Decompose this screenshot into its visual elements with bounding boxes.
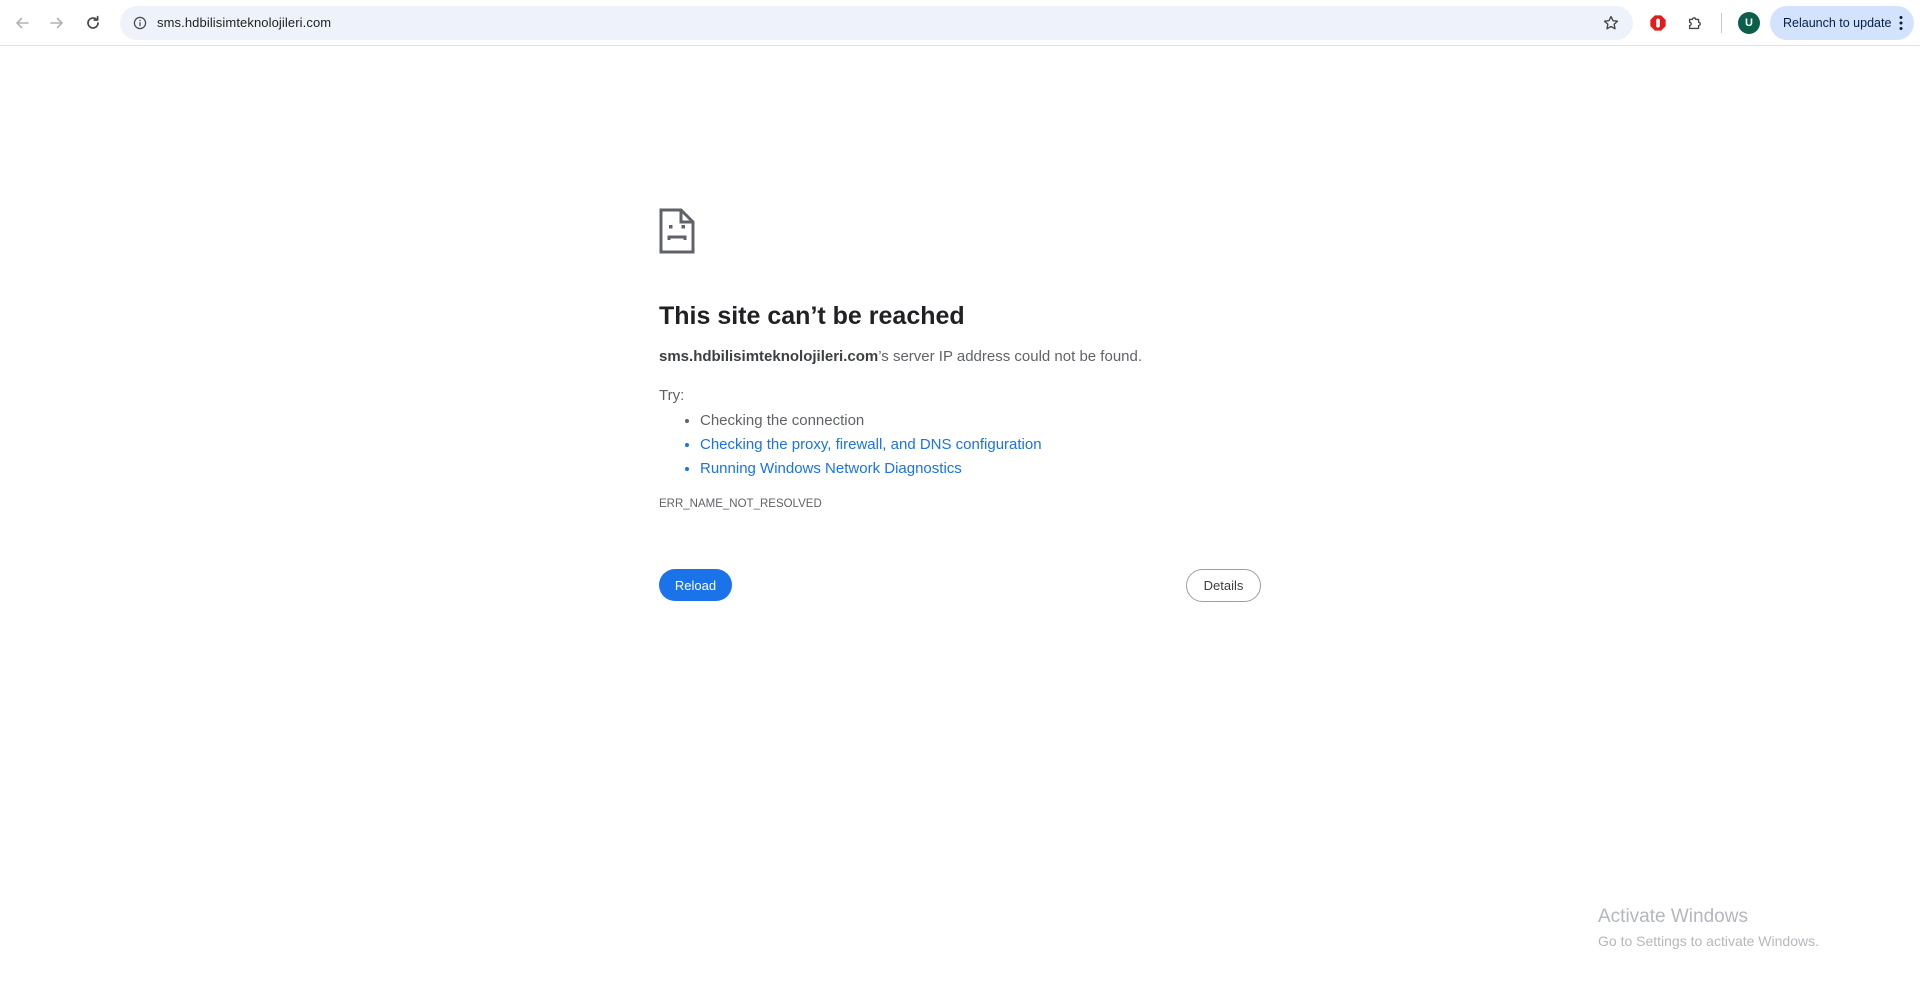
watermark-subtitle: Go to Settings to activate Windows. <box>1598 933 1819 949</box>
bookmark-button[interactable] <box>1599 11 1623 35</box>
sad-page-icon <box>659 208 695 254</box>
try-label: Try: <box>659 387 685 404</box>
arrow-left-icon <box>16 17 29 29</box>
site-info-button[interactable] <box>128 11 152 35</box>
browser-toolbar: sms.hdbilisimteknolojileri.com U Relaunc… <box>0 0 1920 46</box>
extensions-button[interactable] <box>1681 9 1709 37</box>
address-bar[interactable]: sms.hdbilisimteknolojileri.com <box>120 6 1633 40</box>
reload-button[interactable] <box>77 7 109 39</box>
reload-icon <box>87 15 99 29</box>
reload-page-button[interactable]: Reload <box>659 569 732 601</box>
error-host: sms.hdbilisimteknolojileri.com <box>659 348 879 365</box>
profile-avatar[interactable]: U <box>1738 12 1760 34</box>
url-text[interactable]: sms.hdbilisimteknolojileri.com <box>157 6 331 40</box>
suggestion-network-diagnostics-link[interactable]: Running Windows Network Diagnostics <box>700 457 1042 481</box>
details-button[interactable]: Details <box>1186 569 1261 602</box>
relaunch-label: Relaunch to update <box>1783 16 1892 30</box>
info-icon <box>133 16 147 30</box>
suggestion-network-diagnostics-text[interactable]: Running Windows Network Diagnostics <box>700 460 962 477</box>
suggestion-check-proxy-link[interactable]: Checking the proxy, firewall, and DNS co… <box>700 433 1042 457</box>
arrow-right-icon <box>50 17 63 29</box>
toolbar-divider <box>1721 13 1722 33</box>
star-icon <box>1603 15 1619 30</box>
suggestion-list: Checking the connection Checking the pro… <box>659 409 1042 481</box>
relaunch-to-update-button[interactable]: Relaunch to update <box>1770 6 1914 40</box>
stop-sign-icon <box>1650 15 1666 31</box>
activate-windows-watermark: Activate Windows Go to Settings to activ… <box>1598 905 1819 952</box>
adblock-extension-button[interactable] <box>1644 9 1672 37</box>
error-title: This site can’t be reached <box>659 302 965 330</box>
error-description-suffix: ’s server IP address could not be found. <box>878 348 1143 365</box>
error-description: sms.hdbilisimteknolojileri.com’s server … <box>659 348 1142 365</box>
error-code: ERR_NAME_NOT_RESOLVED <box>659 498 822 510</box>
forward-button[interactable] <box>41 7 73 39</box>
suggestion-check-proxy-text[interactable]: Checking the proxy, firewall, and DNS co… <box>700 436 1042 453</box>
watermark-title: Activate Windows <box>1598 906 1748 927</box>
kebab-menu-icon <box>1899 16 1903 30</box>
suggestion-check-connection: Checking the connection <box>700 409 1042 433</box>
puzzle-icon <box>1688 17 1701 30</box>
back-button[interactable] <box>6 7 38 39</box>
